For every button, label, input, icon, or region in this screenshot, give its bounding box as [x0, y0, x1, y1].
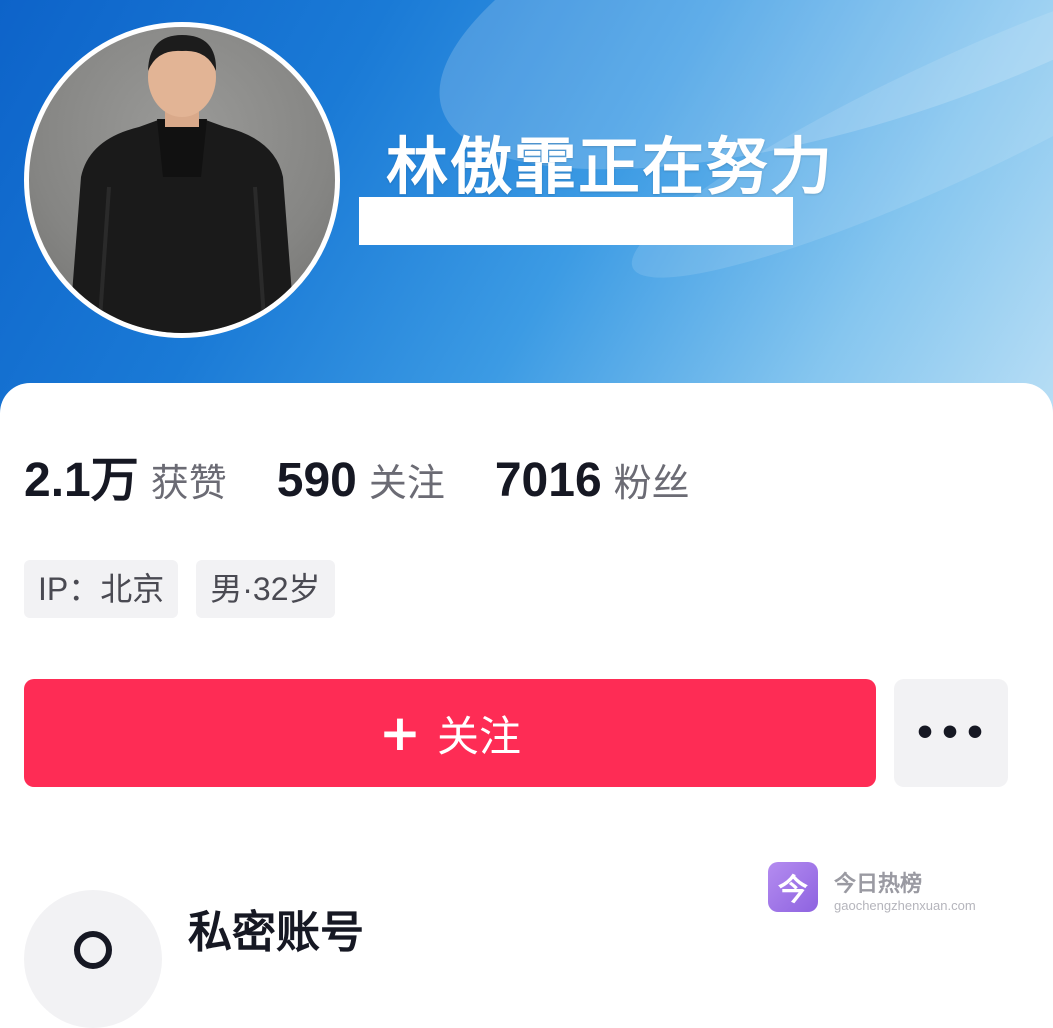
- stat-likes-value: 2.1万: [24, 454, 139, 507]
- stat-followers[interactable]: 7016 粉丝: [495, 452, 690, 508]
- stat-followers-label: 粉丝: [613, 461, 690, 505]
- private-account-title: 私密账号: [188, 907, 364, 958]
- stat-following[interactable]: 590 关注: [277, 452, 445, 508]
- gender-age-tag: 男·32岁: [196, 560, 335, 618]
- profile-avatar[interactable]: [24, 22, 340, 338]
- more-dots-icon: •••: [913, 712, 989, 754]
- stat-following-label: 关注: [368, 461, 445, 505]
- profile-tags: IP：北京 男·32岁: [24, 560, 353, 618]
- watermark: 今 今日热榜 gaochengzhenxuan.com: [768, 862, 1008, 918]
- private-account-icon-circle: [24, 890, 162, 1028]
- follow-button-label: 关注: [436, 711, 521, 761]
- lock-person-icon: [74, 931, 112, 969]
- profile-stats: 2.1万 获赞 590 关注 7016 粉丝: [24, 440, 740, 507]
- plus-icon: +: [379, 704, 421, 762]
- profile-nickname: 林傲霏正在努力: [386, 130, 835, 203]
- follow-button[interactable]: + 关注: [24, 679, 876, 787]
- stat-likes[interactable]: 2.1万 获赞: [24, 440, 227, 510]
- stat-following-value: 590: [276, 454, 357, 507]
- watermark-url: gaochengzhenxuan.com: [834, 898, 976, 913]
- person-photo: [69, 35, 295, 333]
- watermark-logo-icon: 今: [768, 862, 818, 912]
- more-options-button[interactable]: •••: [894, 679, 1008, 787]
- stat-likes-label: 获赞: [150, 461, 227, 505]
- ip-location-tag: IP：北京: [24, 560, 179, 618]
- stat-followers-value: 7016: [494, 454, 602, 507]
- watermark-title: 今日热榜: [834, 872, 923, 897]
- redacted-block: [359, 197, 793, 245]
